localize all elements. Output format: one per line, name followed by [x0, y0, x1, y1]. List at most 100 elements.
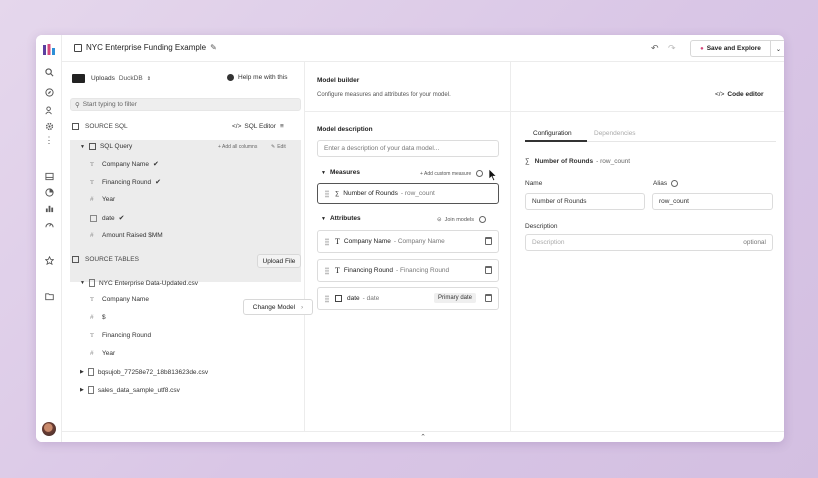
file-icon [88, 279, 95, 287]
code-editor-button[interactable]: </> Code editor [715, 91, 764, 98]
description-placeholder: Description [532, 239, 565, 246]
sql-column-amount-raised[interactable]: # Amount Raised $MM [90, 232, 163, 239]
sql-column-company-name[interactable]: T Company Name ✔ [90, 160, 159, 169]
save-options-chevron-icon[interactable]: ⌄ [770, 40, 784, 57]
name-input[interactable]: Number of Rounds [525, 193, 645, 210]
change-model-button[interactable]: Change Model › [243, 299, 313, 315]
attribute-card[interactable]: date - date Primary date [317, 287, 499, 310]
edit-link[interactable]: ✎ Edit [271, 144, 286, 150]
trash-icon[interactable] [485, 237, 492, 245]
column-label: Financing Round [102, 178, 152, 186]
sql-query-label: SQL Query [99, 143, 133, 150]
code-editor-label: Code editor [727, 91, 764, 98]
more-vertical-icon[interactable]: ⋮ [42, 133, 56, 147]
drag-handle-icon[interactable] [325, 237, 329, 246]
filter-input[interactable]: ⚲ Start typing to filter [70, 98, 301, 111]
sql-query-item[interactable]: ▼ SQL Query [80, 143, 132, 150]
table-item-nyc[interactable]: ▼ NYC Enterprise Data-Updated.csv [80, 279, 198, 287]
users-icon[interactable] [42, 103, 56, 117]
app-logo-icon[interactable] [42, 42, 56, 56]
text-type-icon: T [90, 178, 94, 186]
edit-pencil-icon[interactable]: ✎ [210, 43, 217, 52]
table-item-sales[interactable]: ▶ sales_data_sample_utf8.csv [80, 386, 180, 394]
help-circle-icon [476, 170, 484, 177]
trash-icon[interactable] [485, 266, 492, 274]
model-builder-title-text: Model builder [317, 77, 360, 84]
star-icon[interactable] [42, 253, 56, 267]
attribute-card[interactable]: T Company Name - Company Name [317, 230, 499, 253]
gauge-icon[interactable] [42, 217, 56, 231]
uploads-selector[interactable]: Uploads DuckDB ⇕ [72, 74, 151, 83]
chevron-right-icon: ▶ [80, 369, 84, 375]
page-title-group: NYC Enterprise Funding Example ✎ [74, 43, 217, 52]
sql-column-year[interactable]: # Year [90, 196, 115, 203]
source-tables-label: SOURCE TABLES [85, 256, 139, 263]
sql-editor-label: SQL Editor [244, 123, 276, 130]
number-type-icon: # [90, 196, 94, 203]
text-type-icon: T [335, 266, 340, 275]
attribute-sub: - date [362, 295, 380, 302]
model-description-input[interactable]: Enter a description of your data model..… [317, 140, 499, 157]
save-and-explore-button[interactable]: ● Save and Explore [690, 40, 771, 57]
attribute-name: date [347, 295, 360, 302]
code-icon: </> [232, 123, 242, 130]
redo-icon[interactable]: ↷ [668, 43, 676, 54]
config-heading: ∑ Number of Rounds - row_count [525, 158, 630, 165]
measure-card[interactable]: ∑ Number of Rounds - row_count [317, 183, 499, 204]
table-name: sales_data_sample_utf8.csv [97, 386, 180, 394]
attribute-card[interactable]: T Financing Round - Financing Round [317, 259, 499, 282]
check-icon: ✔ [155, 179, 162, 186]
tab-configuration[interactable]: Configuration [533, 130, 572, 137]
help-link[interactable]: Help me with this [227, 74, 288, 81]
help-circle-icon [478, 216, 486, 223]
tab-dependencies[interactable]: Dependencies [594, 130, 636, 137]
code-icon: </> [715, 91, 725, 98]
search-icon[interactable] [42, 65, 56, 79]
compass-icon[interactable] [42, 85, 56, 99]
divider [511, 111, 784, 112]
table-column-financing-round[interactable]: T Financing Round [90, 332, 151, 339]
file-icon [87, 386, 94, 394]
trash-icon[interactable] [485, 294, 492, 302]
collapse-bottom-bar[interactable]: ⌃ [62, 431, 784, 442]
drag-handle-icon[interactable] [325, 266, 329, 275]
sql-table-icon [72, 123, 79, 130]
join-models-label: Join models [444, 216, 474, 223]
calendar-icon [335, 295, 342, 302]
attributes-header[interactable]: ▼ Attributes [321, 215, 361, 222]
sigma-icon: ∑ [335, 190, 340, 197]
table-column-dollar[interactable]: # $ [90, 314, 106, 321]
gear-icon[interactable] [42, 119, 56, 133]
chevron-down-icon: ▼ [80, 280, 85, 286]
table-column-company-name[interactable]: T Company Name [90, 296, 149, 303]
measures-header[interactable]: ▼ Measures [321, 169, 360, 176]
description-input[interactable]: Description optional [525, 234, 773, 251]
alias-input[interactable]: row_count [652, 193, 773, 210]
folder-icon[interactable] [42, 289, 56, 303]
add-custom-measure-link[interactable]: + Add custom measure [420, 170, 484, 177]
upload-file-button[interactable]: Upload File [257, 254, 301, 268]
select-arrows-icon: ⇕ [146, 75, 151, 82]
add-all-columns-link[interactable]: + Add all columns [218, 144, 257, 150]
check-icon: ✔ [118, 215, 125, 222]
alias-input-value: row_count [659, 198, 689, 205]
undo-icon[interactable]: ↶ [651, 43, 659, 54]
table-item-bqsujob[interactable]: ▶ bqsujob_77258e72_18b813623de.csv [80, 368, 208, 376]
table-column-year[interactable]: # Year [90, 350, 115, 357]
sql-column-financing-round[interactable]: T Financing Round ✔ [90, 178, 162, 187]
filter-placeholder: Start typing to filter [82, 101, 137, 108]
drag-handle-icon[interactable] [325, 189, 329, 198]
sql-editor-button[interactable]: </> SQL Editor ≡ [232, 123, 284, 130]
bar-chart-icon[interactable] [42, 201, 56, 215]
pie-chart-icon[interactable] [42, 185, 56, 199]
number-type-icon: # [90, 232, 94, 239]
avatar[interactable] [42, 422, 56, 436]
upload-file-label: Upload File [262, 257, 296, 265]
column-label: Amount Raised $MM [102, 232, 163, 239]
chevron-right-icon: ▶ [80, 387, 84, 393]
join-models-link[interactable]: ⊝ Join models [437, 216, 486, 223]
inbox-icon[interactable] [42, 169, 56, 183]
chevron-down-icon: ▼ [321, 215, 326, 222]
sql-column-date[interactable]: date ✔ [90, 214, 125, 222]
drag-handle-icon[interactable] [325, 294, 329, 303]
